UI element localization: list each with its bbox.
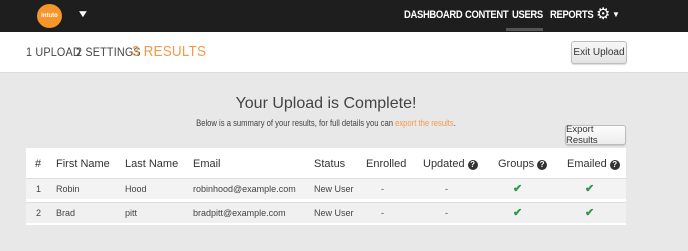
- updated-label: Updated: [423, 158, 465, 170]
- column-header-first-name: First Name: [56, 158, 110, 170]
- exit-upload-button[interactable]: Exit Upload: [571, 41, 627, 64]
- updated-cell: -: [445, 184, 448, 194]
- logo-text: intuto: [41, 13, 58, 19]
- summary-text: Below is a summary of your results, for …: [49, 118, 603, 128]
- column-header-number: #: [35, 158, 42, 170]
- page-title: Your Upload is Complete!: [235, 95, 417, 112]
- updated-cell: -: [445, 208, 448, 218]
- summary-prefix: Below is a summary of your results, for …: [196, 118, 396, 128]
- help-icon[interactable]: ?: [467, 160, 478, 170]
- nav-active-indicator: [506, 28, 543, 31]
- status-cell: New User: [314, 184, 354, 194]
- check-icon: ✔: [513, 183, 523, 195]
- first-name-cell: Robin: [56, 184, 80, 194]
- gear-icon[interactable]: ⚙: [596, 6, 610, 24]
- nav-item-content[interactable]: CONTENT: [465, 9, 509, 21]
- row-number: 2: [36, 208, 42, 218]
- column-header-enrolled: Enrolled: [366, 158, 407, 170]
- check-icon: ✔: [513, 207, 523, 219]
- last-name-cell: Hood: [125, 184, 147, 194]
- nav-item-dashboard[interactable]: DASHBOARD: [404, 9, 463, 21]
- emailed-label: Emailed: [567, 158, 607, 170]
- app-logo[interactable]: intuto: [37, 4, 62, 28]
- status-cell: New User: [314, 208, 354, 218]
- chevron-down-icon[interactable]: ▼: [612, 10, 620, 19]
- email-cell: bradpitt@example.com: [193, 208, 286, 218]
- email-cell: robinhood@example.com: [193, 184, 296, 194]
- column-header-status: Status: [314, 158, 346, 170]
- check-icon: ✔: [585, 207, 595, 219]
- column-header-emailed: Emailed?: [567, 158, 620, 170]
- help-icon[interactable]: ?: [609, 160, 620, 170]
- enrolled-cell: -: [381, 208, 384, 218]
- enrolled-cell: -: [381, 184, 384, 194]
- nav-item-reports[interactable]: REPORTS: [550, 9, 594, 21]
- chevron-down-icon[interactable]: ▼: [77, 9, 90, 20]
- nav-item-users[interactable]: USERS: [512, 9, 543, 21]
- first-name-cell: Brad: [56, 208, 76, 218]
- column-header-email: Email: [193, 158, 221, 170]
- step-results: 3 RESULTS: [132, 43, 207, 60]
- step-bar: 1 UPLOAD 2 SETTINGS 3 RESULTS Exit Uploa…: [0, 32, 688, 73]
- export-results-button[interactable]: Export Results: [565, 124, 626, 146]
- column-header-last-name: Last Name: [125, 158, 179, 170]
- top-navbar: intuto ▼ DASHBOARD CONTENT USERS REPORTS…: [0, 0, 688, 32]
- step-upload: 1 UPLOAD: [26, 45, 81, 59]
- check-icon: ✔: [585, 183, 595, 195]
- row-number: 1: [36, 184, 42, 194]
- summary-suffix: .: [453, 118, 456, 128]
- help-icon[interactable]: ?: [537, 160, 548, 170]
- column-header-groups: Groups?: [498, 158, 548, 170]
- last-name-cell: pitt: [125, 208, 138, 218]
- groups-label: Groups: [498, 158, 535, 170]
- export-results-link[interactable]: export the results: [395, 118, 454, 128]
- column-header-updated: Updated?: [423, 158, 478, 170]
